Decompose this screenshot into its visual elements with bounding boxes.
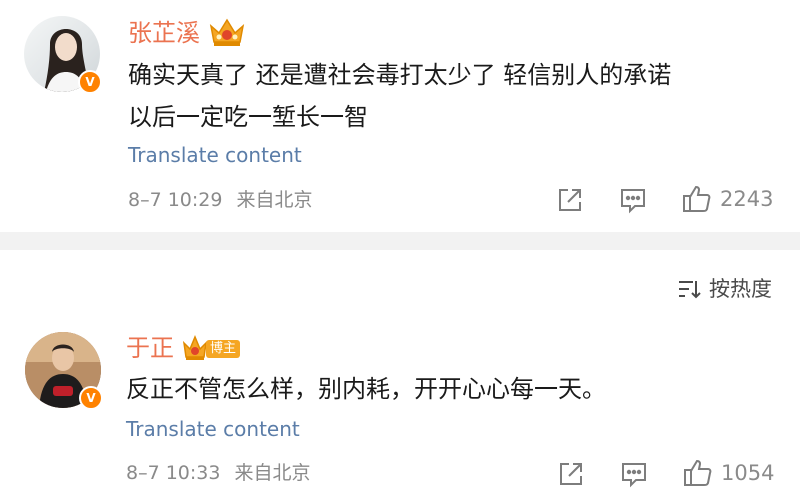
thumbs-up-icon[interactable] — [683, 458, 713, 488]
comment-meta: 8–7 10:33 来自北京 — [126, 461, 311, 485]
translate-link[interactable]: Translate content — [126, 416, 300, 442]
location: 来自北京 — [236, 189, 313, 211]
comment-line: 以后一定吃一堑长一智 — [128, 103, 368, 131]
comment-icon[interactable] — [619, 186, 647, 214]
comment-line: 确实天真了 还是遭社会毒打太少了 轻信别人的承诺 — [128, 61, 672, 89]
blogger-badge: 博主 — [182, 334, 240, 364]
share-icon[interactable] — [556, 186, 584, 214]
timestamp: 8–7 10:29 — [128, 189, 223, 211]
comment-icon[interactable] — [620, 460, 648, 488]
verified-badge: V — [79, 386, 103, 410]
share-icon[interactable] — [557, 460, 585, 488]
timestamp: 8–7 10:33 — [126, 462, 221, 484]
blogger-tag: 博主 — [206, 340, 240, 358]
thumbs-up-icon[interactable] — [682, 184, 712, 214]
comment-line: 反正不管怎么样，别内耗，开开心心每一天。 — [126, 375, 606, 403]
comment-meta: 8–7 10:29 来自北京 — [128, 188, 313, 212]
verified-badge: V — [78, 70, 102, 94]
username[interactable]: 张芷溪 — [128, 18, 200, 48]
location: 来自北京 — [234, 462, 311, 484]
comment-text: 反正不管怎么样，别内耗，开开心心每一天。 — [126, 368, 776, 410]
comment-text: 确实天真了 还是遭社会毒打太少了 轻信别人的承诺 以后一定吃一堑长一智 — [128, 54, 778, 138]
like-count: 1054 — [721, 461, 775, 485]
section-divider — [0, 232, 800, 250]
username[interactable]: 于正 — [126, 333, 174, 363]
like-count: 2243 — [720, 187, 774, 211]
crown-icon — [208, 16, 246, 48]
translate-link[interactable]: Translate content — [128, 142, 302, 168]
comment-card: V 张芷溪 确实天真了 还是遭社会毒打太少了 轻信别人的承诺 以后一定吃一堑长一… — [0, 0, 800, 232]
crown-icon — [182, 335, 208, 360]
